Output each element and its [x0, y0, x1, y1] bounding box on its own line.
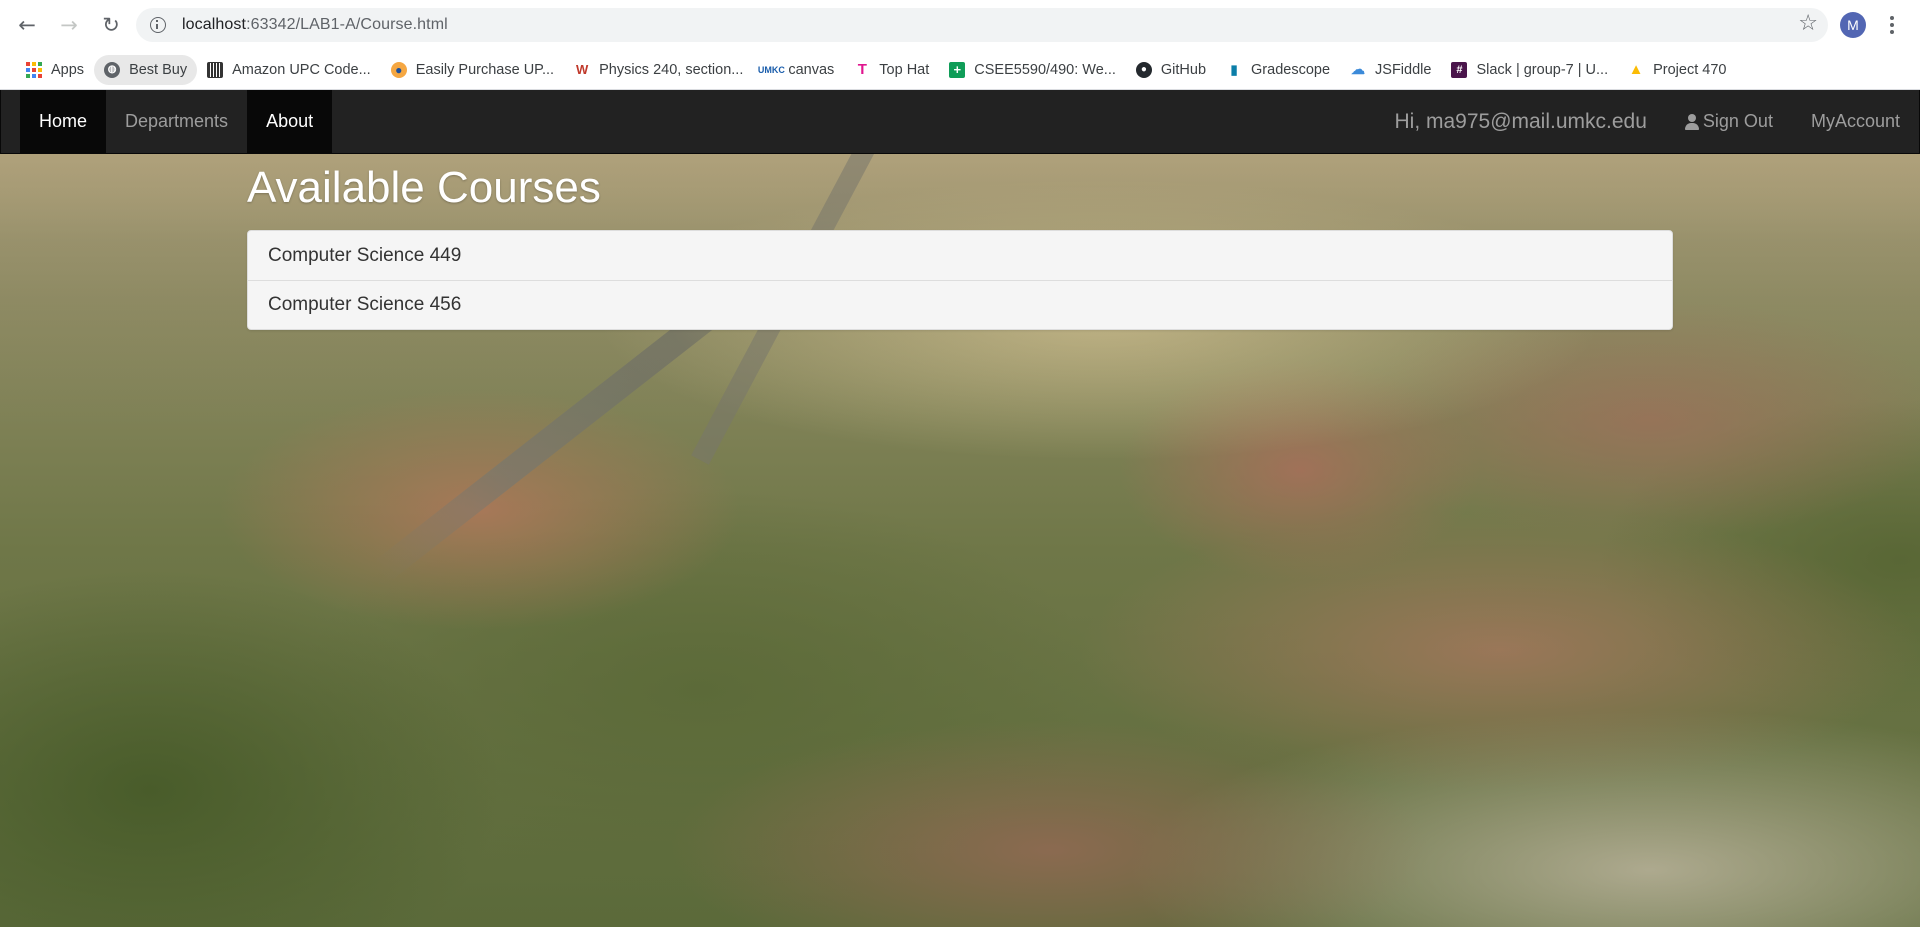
bookmarks-bar: Apps ◍ Best Buy Amazon UPC Code... ● Eas…: [0, 50, 1920, 90]
bookmark-project-470[interactable]: ▲ Project 470: [1618, 55, 1736, 85]
tophat-icon: T: [857, 61, 867, 78]
forward-arrow-icon[interactable]: →: [54, 10, 84, 40]
sign-out-label: Sign Out: [1702, 111, 1773, 131]
browser-menu-icon[interactable]: [1882, 12, 1902, 38]
barcode-icon: [207, 61, 224, 78]
nav-about[interactable]: About: [247, 90, 333, 153]
bookmark-label: Physics 240, section...: [599, 61, 744, 78]
bookmark-physics[interactable]: W Physics 240, section...: [564, 55, 753, 85]
profile-avatar[interactable]: M: [1840, 12, 1866, 38]
umkc-icon: UMKC: [757, 64, 785, 75]
nav-user-area: Hi, ma975@mail.umkc.edu Sign Out MyAccou…: [1375, 90, 1919, 153]
nav-links: Home Departments About: [20, 90, 333, 153]
drive-icon: ▲: [1628, 61, 1644, 78]
bookmark-label: GitHub: [1160, 61, 1207, 78]
bookmark-top-hat[interactable]: T Top Hat: [844, 55, 939, 85]
main-content: Available Courses Computer Science 449 C…: [247, 152, 1673, 330]
bookmark-csee5590[interactable]: + CSEE5590/490: We...: [939, 55, 1126, 85]
bookmark-canvas[interactable]: UMKC canvas: [753, 55, 844, 85]
page-body: Home Departments About Hi, ma975@mail.um…: [0, 90, 1920, 927]
user-greeting: Hi, ma975@mail.umkc.edu: [1394, 109, 1647, 133]
bookmark-label: Project 470: [1653, 61, 1727, 78]
browser-toolbar: ← → ↻ localhost:63342/LAB1-A/Course.html…: [0, 0, 1920, 50]
apps-grid-icon: [26, 61, 42, 78]
url-text: localhost:63342/LAB1-A/Course.html: [182, 16, 448, 33]
sign-out-link[interactable]: Sign Out: [1666, 90, 1792, 153]
site-navbar: Home Departments About Hi, ma975@mail.um…: [0, 90, 1920, 154]
bookmark-github[interactable]: ● GitHub: [1126, 55, 1216, 85]
bookmark-best-buy[interactable]: ◍ Best Buy: [94, 54, 198, 85]
bookmark-label: JSFiddle: [1375, 61, 1432, 78]
bookmark-label: Slack | group-7 | U...: [1476, 61, 1609, 78]
bookmark-label: Easily Purchase UP...: [415, 61, 555, 78]
nav-departments[interactable]: Departments: [106, 90, 247, 153]
course-item[interactable]: Computer Science 449: [248, 231, 1672, 280]
github-icon: ●: [1135, 61, 1152, 78]
info-icon[interactable]: [150, 17, 166, 33]
shopping-icon: ●: [390, 61, 407, 78]
back-arrow-icon[interactable]: ←: [12, 10, 42, 40]
slack-icon: #: [1451, 61, 1468, 78]
course-item[interactable]: Computer Science 456: [248, 280, 1672, 329]
bookmark-label: Apps: [51, 61, 85, 78]
bookmark-amazon-upc[interactable]: Amazon UPC Code...: [197, 55, 381, 85]
bookmark-star-icon[interactable]: ☆: [1798, 11, 1818, 36]
my-account-link[interactable]: MyAccount: [1792, 90, 1919, 153]
reload-icon[interactable]: ↻: [96, 10, 126, 40]
jsfiddle-icon: ☁: [1351, 61, 1366, 77]
bookmark-easily-purchase[interactable]: ● Easily Purchase UP...: [381, 55, 564, 85]
bookmark-label: Top Hat: [879, 61, 930, 78]
course-list: Computer Science 449 Computer Science 45…: [247, 230, 1673, 330]
bookmark-label: CSEE5590/490: We...: [974, 61, 1116, 78]
gradescope-icon: ▮: [1230, 61, 1238, 77]
bookmark-slack[interactable]: # Slack | group-7 | U...: [1441, 55, 1618, 85]
bookmark-label: Best Buy: [129, 61, 188, 78]
bookmark-apps[interactable]: Apps: [16, 55, 94, 85]
page-title: Available Courses: [247, 163, 601, 212]
address-bar[interactable]: localhost:63342/LAB1-A/Course.html ☆: [136, 8, 1828, 42]
webassign-icon: W: [575, 62, 589, 77]
sheets-icon: +: [949, 61, 966, 78]
globe-icon: ◍: [104, 61, 121, 78]
user-icon: [1684, 113, 1699, 130]
nav-home[interactable]: Home: [20, 90, 107, 153]
bookmark-jsfiddle[interactable]: ☁ JSFiddle: [1340, 55, 1441, 85]
bookmark-label: canvas: [788, 61, 835, 78]
bookmark-label: Gradescope: [1251, 61, 1331, 78]
bookmark-gradescope[interactable]: ▮ Gradescope: [1216, 55, 1340, 85]
bookmark-label: Amazon UPC Code...: [232, 61, 371, 78]
